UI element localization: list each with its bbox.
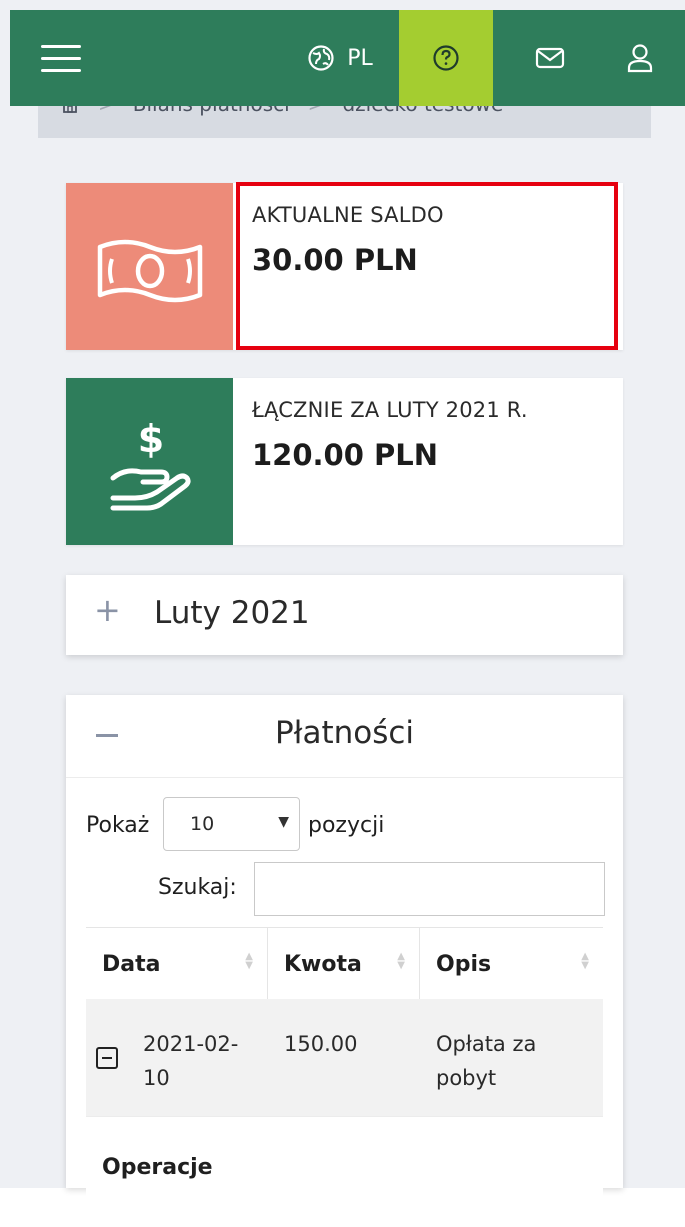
monthly-total-label: ŁĄCZNIE ZA LUTY 2021 R. [252, 398, 528, 422]
month-accordion[interactable]: + Luty 2021 [66, 575, 623, 655]
current-balance-card: AKTUALNE SALDO 30.00 PLN [66, 183, 623, 350]
current-balance-value: 30.00 PLN [252, 243, 418, 277]
column-header-amount[interactable]: Kwota ▲ ▼ [268, 928, 420, 1000]
sort-icon: ▲ ▼ [397, 951, 405, 971]
current-balance-icon-box [66, 183, 233, 350]
help-circle-icon [433, 45, 459, 71]
sort-icon: ▲ ▼ [581, 951, 589, 971]
language-label: PL [347, 45, 373, 71]
payments-panel: Płatności Pokaż 10 ▼ pozycji Szukaj: Dat… [66, 695, 623, 1227]
cell-date-line: 10 [143, 1066, 170, 1090]
cell-amount: 150.00 [284, 1032, 358, 1056]
search-label: Szukaj: [158, 875, 237, 900]
cell-date-line: 2021-02- [143, 1032, 239, 1056]
sort-icon: ▲ ▼ [245, 951, 253, 971]
top-navigation-bar: PL [10, 10, 685, 106]
page-size-select[interactable]: 10 ▼ [163, 797, 300, 851]
page-size-suffix: pozycji [308, 813, 385, 838]
user-account-button[interactable] [610, 10, 670, 106]
payments-panel-header[interactable]: Płatności [66, 695, 623, 778]
breadcrumb-item-child: dziecko testowe [342, 106, 503, 116]
page-size-label: Pokaż [86, 813, 150, 838]
column-header-description[interactable]: Opis ▲ ▼ [420, 928, 603, 1000]
page-size-value: 10 [190, 813, 215, 835]
hand-dollar-icon: $ [110, 417, 191, 510]
language-switcher[interactable]: PL [290, 10, 390, 106]
column-header-label: Kwota [284, 951, 362, 977]
table-row[interactable]: 2021-02- 10 150.00 Opłata za pobyt [86, 999, 603, 1116]
monthly-total-icon-box: $ [66, 378, 233, 545]
breadcrumb: > Bilans płatności > dziecko testowe [38, 106, 651, 138]
column-header-label: Data [102, 951, 161, 977]
svg-text:$: $ [137, 417, 163, 461]
column-header-date[interactable]: Data ▲ ▼ [86, 928, 268, 1000]
expand-icon[interactable]: + [94, 591, 121, 629]
home-icon[interactable] [60, 106, 80, 114]
dropdown-arrow-icon: ▼ [278, 814, 289, 830]
search-input[interactable] [254, 862, 605, 916]
cell-date: 2021-02- 10 [143, 1027, 263, 1095]
monthly-total-value: 120.00 PLN [252, 438, 439, 472]
month-accordion-title[interactable]: Luty 2021 [154, 595, 310, 631]
row-detail: Operacje [86, 1116, 603, 1227]
column-header-label: Opis [436, 951, 492, 977]
row-collapse-icon[interactable] [96, 1047, 118, 1069]
monthly-total-card: $ ŁĄCZNIE ZA LUTY 2021 R. 120.00 PLN [66, 378, 623, 545]
breadcrumb-separator: > [98, 106, 115, 116]
hamburger-menu-icon[interactable] [36, 10, 86, 106]
banknote-icon [97, 239, 202, 302]
table-header-row: Data ▲ ▼ Kwota ▲ ▼ Opis ▲ ▼ [86, 927, 603, 1000]
cell-description-line: pobyt [436, 1066, 497, 1090]
globe-icon [308, 45, 334, 71]
current-balance-label: AKTUALNE SALDO [252, 203, 444, 227]
user-icon [627, 44, 653, 73]
cell-description-line: Opłata za [436, 1032, 537, 1056]
operations-label: Operacje [102, 1155, 213, 1180]
help-button[interactable] [399, 10, 493, 106]
cell-description: Opłata za pobyt [436, 1027, 586, 1095]
breadcrumb-item-payments[interactable]: Bilans płatności [133, 106, 290, 116]
messages-button[interactable] [520, 10, 580, 106]
breadcrumb-separator: > [308, 106, 325, 116]
envelope-icon [535, 47, 565, 69]
payments-title: Płatności [274, 715, 415, 751]
